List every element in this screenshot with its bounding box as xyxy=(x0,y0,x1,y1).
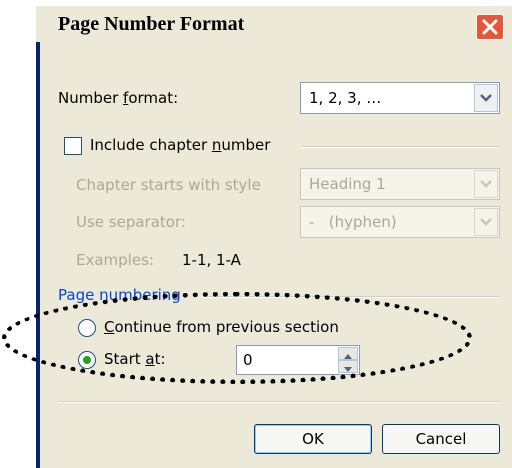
title-bar[interactable]: Page Number Format xyxy=(36,6,512,42)
start-at-label[interactable]: Start at: xyxy=(104,350,166,368)
number-format-value: 1, 2, 3, … xyxy=(309,89,382,107)
examples-value: 1-1, 1-A xyxy=(182,251,241,269)
separator-label: Use separator: xyxy=(76,213,186,231)
separator-value: - (hyphen) xyxy=(309,213,397,231)
separator-select[interactable]: - (hyphen) xyxy=(300,206,500,238)
number-format-label: Number format: xyxy=(58,89,179,107)
spinner-up-button[interactable] xyxy=(338,347,358,360)
include-chapter-checkbox[interactable] xyxy=(64,137,82,155)
start-at-radio[interactable] xyxy=(78,351,96,369)
number-format-dropdown-button[interactable] xyxy=(474,84,498,112)
page-numbering-heading: Page numbering xyxy=(58,286,181,304)
close-icon xyxy=(482,19,498,35)
start-at-spinner[interactable]: 0 xyxy=(236,345,360,375)
continue-previous-label[interactable]: Continue from previous section xyxy=(104,318,339,336)
buttons-divider xyxy=(58,401,500,403)
spinner-down-button[interactable] xyxy=(338,360,358,373)
spinner-buttons xyxy=(338,347,358,373)
chapter-style-dropdown-button[interactable] xyxy=(474,170,498,198)
continue-previous-radio[interactable] xyxy=(78,319,96,337)
window-frame-left xyxy=(36,42,40,468)
chapter-style-value: Heading 1 xyxy=(309,175,386,193)
chapter-group-divider xyxy=(302,146,500,148)
close-button[interactable] xyxy=(476,14,504,40)
number-format-select[interactable]: 1, 2, 3, … xyxy=(300,82,500,114)
chevron-down-icon xyxy=(480,218,492,226)
arrow-down-icon xyxy=(344,367,352,372)
chapter-style-select[interactable]: Heading 1 xyxy=(300,168,500,200)
examples-label: Examples: xyxy=(76,251,154,269)
start-at-value: 0 xyxy=(243,351,253,369)
page-numbering-divider xyxy=(204,296,500,298)
chevron-down-icon xyxy=(480,94,492,102)
ok-button[interactable]: OK xyxy=(254,424,372,454)
cancel-button[interactable]: Cancel xyxy=(382,424,500,454)
dialog-title: Page Number Format xyxy=(58,13,245,35)
separator-dropdown-button[interactable] xyxy=(474,208,498,236)
chapter-style-label: Chapter starts with style xyxy=(76,176,261,194)
radio-selected-dot xyxy=(83,356,91,364)
page-number-format-dialog: Page Number Format Number format: 1, 2, … xyxy=(36,6,512,468)
include-chapter-label[interactable]: Include chapter number xyxy=(90,136,270,154)
chevron-down-icon xyxy=(480,180,492,188)
